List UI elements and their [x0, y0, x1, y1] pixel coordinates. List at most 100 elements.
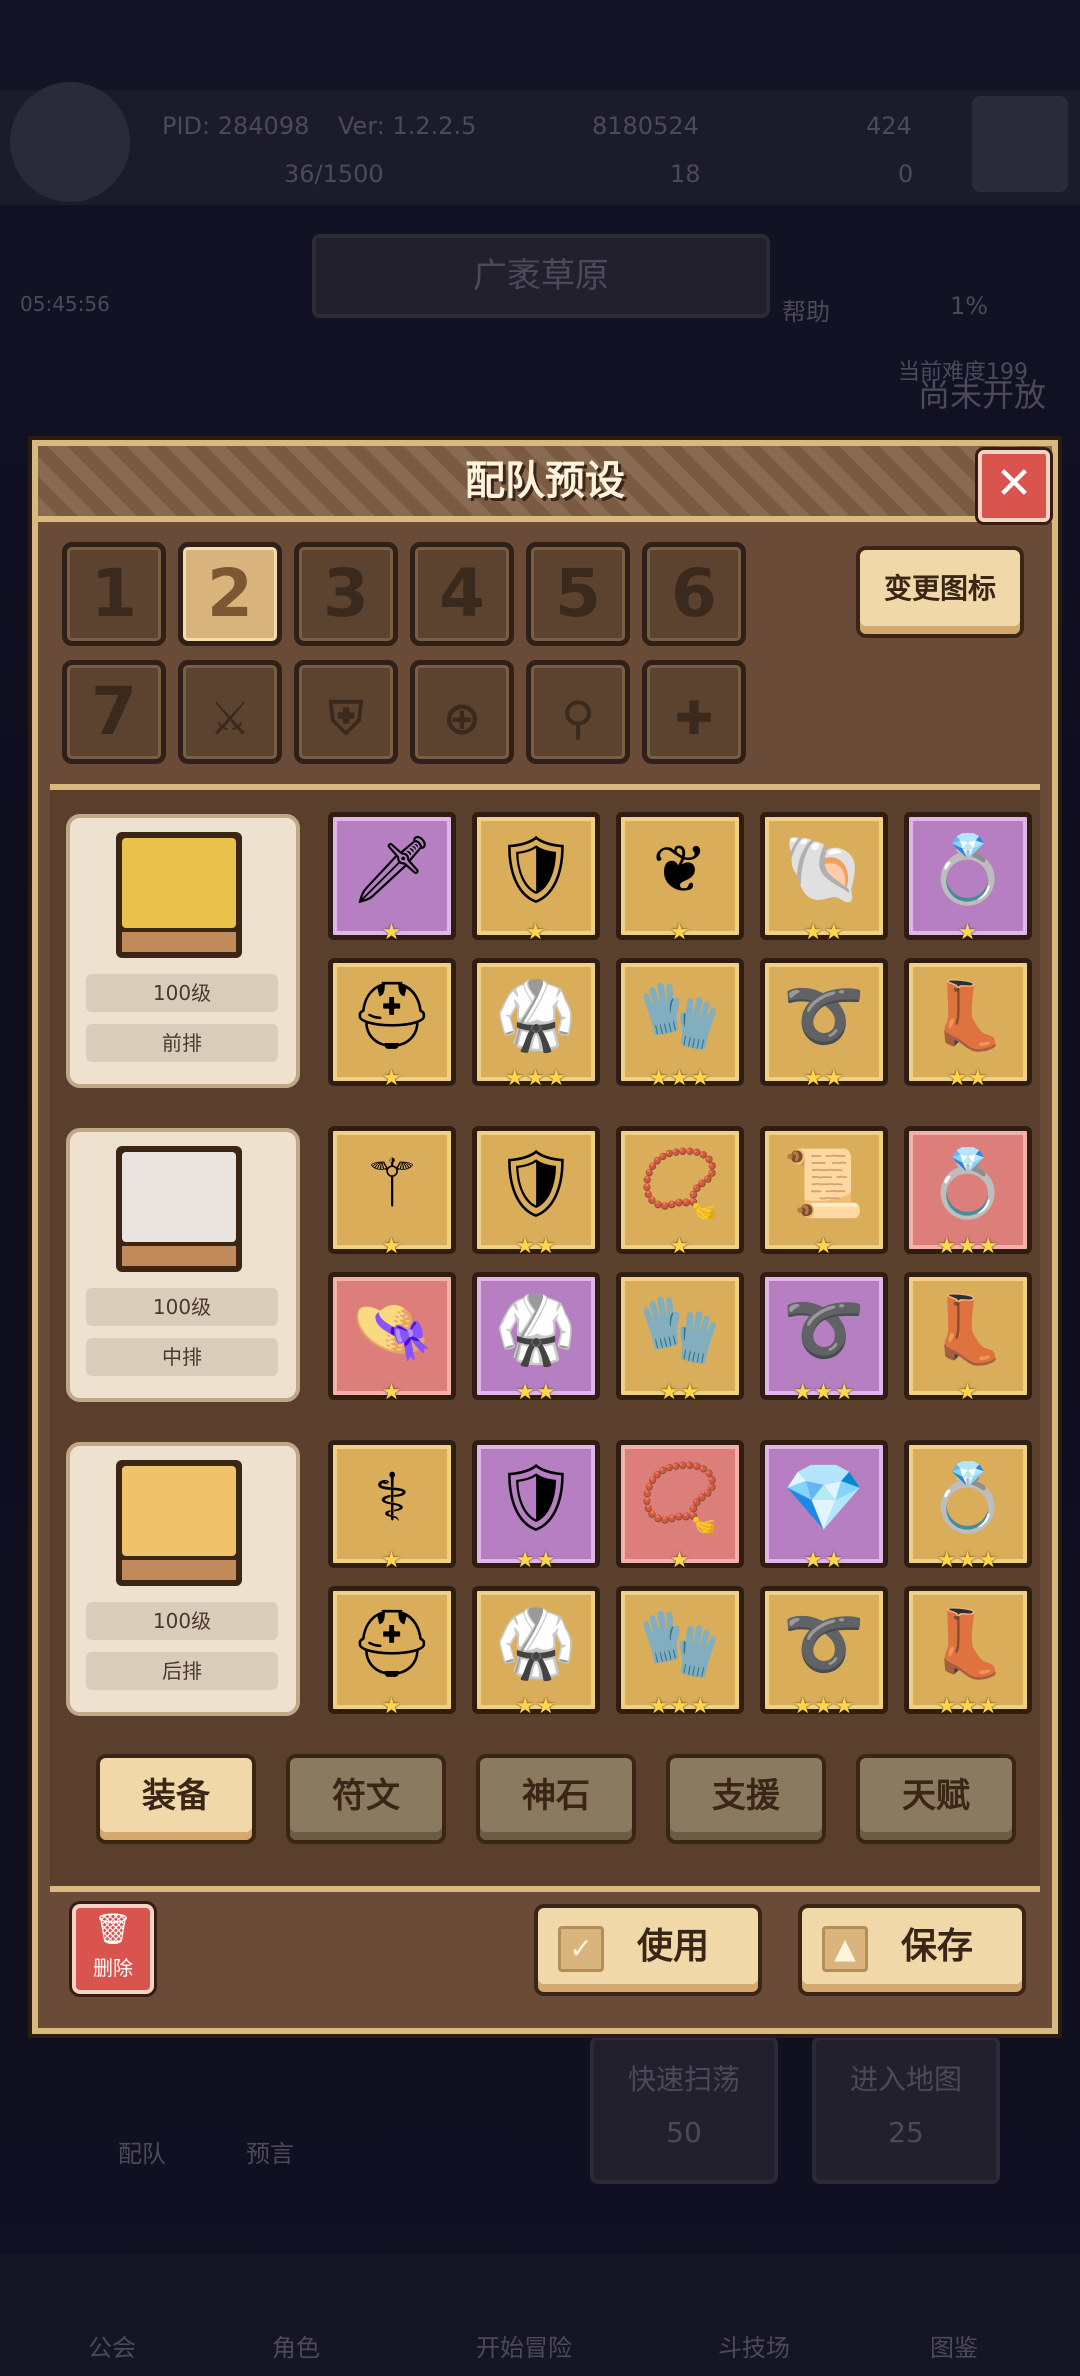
- nav-codex[interactable]: 图鉴: [930, 2328, 978, 2363]
- preset-slot-5[interactable]: 5: [526, 542, 630, 646]
- gem-count: 424: [866, 112, 912, 140]
- tab-support[interactable]: 支援: [666, 1754, 826, 1844]
- equipment-slot[interactable]: 🥋 ★★★: [472, 958, 600, 1091]
- armor-icon: 🥋: [494, 1291, 578, 1368]
- equipment-slot[interactable]: ❦ ★: [616, 812, 744, 945]
- armor-icon: 🥋: [494, 977, 578, 1054]
- team-button[interactable]: 配队: [118, 2134, 166, 2169]
- hero-face: [122, 1466, 236, 1556]
- star-rating: ★: [381, 1234, 403, 1259]
- equipment-slot[interactable]: 🧤 ★★: [616, 1272, 744, 1405]
- equipment-slot[interactable]: ➰ ★★: [760, 958, 888, 1091]
- use-button[interactable]: ✓ 使用: [534, 1904, 762, 1996]
- preset-slot-6[interactable]: 6: [642, 542, 746, 646]
- map-name: 广袤草原: [473, 256, 609, 296]
- helmet-icon: ⛑: [350, 1605, 434, 1682]
- star-rating: ★★: [659, 1380, 701, 1405]
- equipment-slot[interactable]: 👢 ★★★: [904, 1586, 1032, 1719]
- equipment-slot[interactable]: 🛡 ★★: [472, 1126, 600, 1259]
- preset-slot-2[interactable]: 2: [178, 542, 282, 646]
- coming-soon-text: 尚未开放: [918, 376, 1047, 414]
- save-button[interactable]: ▲ 保存: [798, 1904, 1026, 1996]
- equipment-slot[interactable]: 🐚 ★★: [760, 812, 888, 945]
- portrait-base: [122, 932, 236, 952]
- equipment-slot[interactable]: 📿 ★: [616, 1440, 744, 1573]
- sword-icon: ⚔: [209, 691, 251, 745]
- equipment-slot[interactable]: 🥋 ★★: [472, 1272, 600, 1405]
- equipment-slot[interactable]: ⚚ ★: [328, 1126, 456, 1259]
- hero-position: 中排: [86, 1338, 278, 1376]
- preset-number: 2: [207, 555, 253, 632]
- preview-button[interactable]: 预言: [246, 2134, 294, 2169]
- helmet-icon: ⛑: [350, 977, 434, 1054]
- tab-equipment[interactable]: 装备: [96, 1754, 256, 1844]
- preset-slot-1[interactable]: 1: [62, 542, 166, 646]
- star-rating: ★: [669, 1234, 691, 1259]
- preset-icon-cross[interactable]: ✚: [642, 660, 746, 764]
- settings-icon[interactable]: [972, 96, 1068, 192]
- progress-text: 1%: [950, 292, 989, 320]
- ring-icon: 💍: [926, 1459, 1010, 1536]
- gloves-icon: 🧤: [638, 977, 722, 1054]
- star-rating: ★: [669, 1548, 691, 1573]
- preset-icon-crosshair[interactable]: ⊕: [410, 660, 514, 764]
- equipment-slot[interactable]: 💍 ★★★: [904, 1126, 1032, 1259]
- hero-level: 100级: [86, 1288, 278, 1326]
- quick-sweep-button[interactable]: 快速扫荡 50: [590, 2036, 778, 2184]
- preset-number: 3: [323, 555, 369, 632]
- enter-map-button[interactable]: 进入地图 25: [812, 2036, 1000, 2184]
- equipment-slot[interactable]: ⚕ ★: [328, 1440, 456, 1573]
- equipment-slot[interactable]: 📜 ★: [760, 1126, 888, 1259]
- tab-divine-stone[interactable]: 神石: [476, 1754, 636, 1844]
- boots-icon: 👢: [926, 1291, 1010, 1368]
- bottom-nav: 公会 角色 开始冒险 斗技场 图鉴: [0, 2254, 1080, 2376]
- equipment-slot[interactable]: 🛡 ★★: [472, 1440, 600, 1573]
- hero-card-front[interactable]: 100级 前排: [66, 814, 300, 1088]
- nav-arena[interactable]: 斗技场: [718, 2328, 790, 2363]
- save-icon: ▲: [822, 1926, 868, 1972]
- equipment-slot[interactable]: 🧤 ★★★: [616, 1586, 744, 1719]
- preset-slot-7[interactable]: 7: [62, 660, 166, 764]
- equipment-slot[interactable]: 🥋 ★★: [472, 1586, 600, 1719]
- save-label: 保存: [900, 1926, 973, 1967]
- preset-slot-4[interactable]: 4: [410, 542, 514, 646]
- preset-icon-staff[interactable]: ⚲: [526, 660, 630, 764]
- equipment-slot[interactable]: 🧤 ★★★: [616, 958, 744, 1091]
- equipment-slot[interactable]: 🗡 ★: [328, 812, 456, 945]
- belt-icon: ➰: [782, 1291, 866, 1368]
- star-rating: ★★★: [792, 1694, 856, 1719]
- equipment-slot[interactable]: 👢 ★: [904, 1272, 1032, 1405]
- equipment-slot[interactable]: 👢 ★★: [904, 958, 1032, 1091]
- tab-talent[interactable]: 天赋: [856, 1754, 1016, 1844]
- equipment-slot[interactable]: 👒 ★: [328, 1272, 456, 1405]
- delete-button[interactable]: 🗑 删除: [72, 1904, 154, 1994]
- equipment-slot[interactable]: ➰ ★★★: [760, 1272, 888, 1405]
- close-button[interactable]: ✕: [978, 450, 1050, 522]
- star-rating: ★★★: [648, 1694, 712, 1719]
- hero-card-middle[interactable]: 100级 中排: [66, 1128, 300, 1402]
- equipment-slot[interactable]: ⛑ ★: [328, 1586, 456, 1719]
- hero-card-back[interactable]: 100级 后排: [66, 1442, 300, 1716]
- preset-icon-sword[interactable]: ⚔: [178, 660, 282, 764]
- equipment-slot[interactable]: ➰ ★★★: [760, 1586, 888, 1719]
- equipment-slot[interactable]: 🛡 ★: [472, 812, 600, 945]
- star-rating: ★: [381, 1380, 403, 1405]
- tab-runes[interactable]: 符文: [286, 1754, 446, 1844]
- preset-slot-3[interactable]: 3: [294, 542, 398, 646]
- equipment-slot[interactable]: 📿 ★: [616, 1126, 744, 1259]
- equipment-slot[interactable]: 💎 ★★: [760, 1440, 888, 1573]
- nav-guild[interactable]: 公会: [88, 2328, 136, 2363]
- change-icon-button[interactable]: 变更图标: [856, 546, 1024, 638]
- equipment-slot[interactable]: 💍 ★★★: [904, 1440, 1032, 1573]
- necklace-icon: 📿: [638, 1145, 722, 1222]
- hero-face: [122, 838, 236, 928]
- nav-start-adventure[interactable]: 开始冒险: [476, 2328, 572, 2363]
- star-rating: ★: [381, 920, 403, 945]
- shell-icon: 🐚: [782, 831, 866, 908]
- help-button[interactable]: 帮助: [782, 292, 830, 327]
- preset-icon-shield[interactable]: ⛨: [294, 660, 398, 764]
- equipment-slot[interactable]: ⛑ ★: [328, 958, 456, 1091]
- nav-character[interactable]: 角色: [272, 2328, 320, 2363]
- equipment-slot[interactable]: 💍 ★: [904, 812, 1032, 945]
- key-count: 0: [898, 160, 914, 188]
